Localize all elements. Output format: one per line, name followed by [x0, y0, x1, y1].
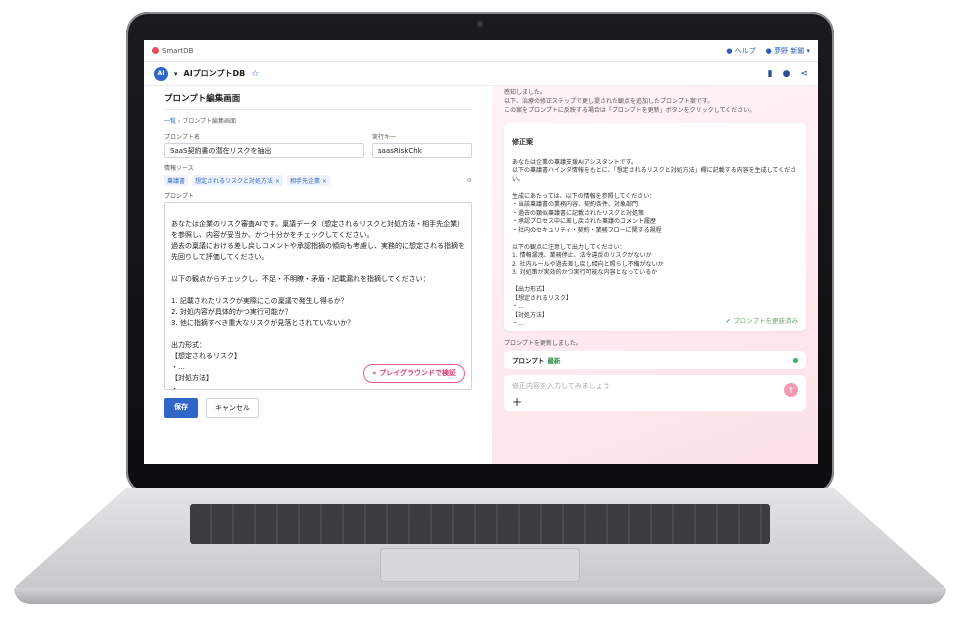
prompt-textarea[interactable]: あなたは企業のリスク審査AIです。稟議データ（想定されるリスクと対処方法・相手先…: [164, 202, 472, 390]
plus-icon[interactable]: +: [512, 395, 522, 409]
prompt-updated-badge[interactable]: ✔ プロンプトを更新済み: [726, 317, 798, 326]
editor-panel: プロンプト編集画面 一覧 › プロンプト編集画面 プロンプト名 SaaS契約書の…: [144, 86, 492, 464]
source-chip[interactable]: 稟議書: [164, 175, 189, 186]
base-front: [14, 588, 946, 604]
user-name: 夢野 新閣: [774, 46, 805, 55]
bookmark-icon[interactable]: ▮: [768, 69, 773, 79]
help-label: ヘルプ: [734, 46, 756, 55]
source-chips: 稟議書 想定されるリスクと対処方法 × 相手先企業 × ⚙: [164, 175, 472, 186]
header-actions: ▮ ● ⋖: [768, 69, 808, 79]
composer-placeholder: 修正内容を入力してみましょう: [512, 382, 610, 390]
app-badge[interactable]: AI: [154, 66, 168, 81]
update-note: プロンプトを更新しました。: [504, 340, 582, 347]
suggestion-card: 修正案 あなたは企業の稟議支援AIアシスタントです。 以下の稟議書ハインダ情報を…: [504, 123, 806, 331]
breadcrumb: 一覧 › プロンプト編集画面: [164, 118, 237, 125]
updated-label: プロンプトを更新済み: [733, 316, 798, 325]
keyboard: [190, 504, 770, 544]
check-icon: ✔: [725, 316, 732, 325]
prompt-name-group: プロンプト名 SaaS契約書の潜在リスクを抽出: [164, 132, 364, 158]
save-button[interactable]: 保存: [164, 398, 198, 418]
chevron-down-icon[interactable]: ▾: [174, 70, 178, 78]
prompt-bar-label: プロンプト: [512, 357, 545, 365]
laptop-base: [14, 488, 946, 606]
chat-panel: 感知しました。 以下、治療の修正ステップで更し提された観点を追加したプロンプト案…: [492, 86, 818, 464]
top-right-menu: ● ヘルプ ● 夢野 新閣 ▾: [726, 46, 810, 56]
top-bar: SmartDB ● ヘルプ ● 夢野 新閣 ▾: [144, 40, 818, 62]
laptop-frame: SmartDB ● ヘルプ ● 夢野 新閣 ▾ AI ▾ AIプロンプトDB ☆…: [0, 0, 960, 640]
form-buttons: 保存 キャンセル: [164, 398, 472, 418]
camera-dot: [477, 21, 483, 27]
screen: SmartDB ● ヘルプ ● 夢野 新閣 ▾ AI ▾ AIプロンプトDB ☆…: [144, 40, 818, 464]
playground-label: プレイグラウンドで検証: [379, 369, 456, 377]
logo-icon: [152, 47, 159, 54]
logo-text: SmartDB: [162, 46, 194, 55]
suggestion-title: 修正案: [512, 137, 533, 146]
name-row: プロンプト名 SaaS契約書の潜在リスクを抽出 実行キー saasRiskChk: [164, 132, 472, 158]
prompt-name-label: プロンプト名: [164, 134, 200, 141]
prompt-bar-status: 最新: [547, 357, 561, 365]
help-link[interactable]: ● ヘルプ: [726, 46, 755, 56]
source-label: 情報ソース: [164, 165, 194, 172]
source-chip[interactable]: 想定されるリスクと対処方法 ×: [192, 175, 283, 186]
settings-icon[interactable]: ⚙: [467, 177, 472, 184]
send-icon[interactable]: ↑: [784, 383, 798, 397]
logo: SmartDB: [152, 47, 193, 55]
exec-key-label: 実行キー: [372, 134, 397, 141]
share-icon[interactable]: ⋖: [800, 69, 808, 79]
favorite-star-icon[interactable]: ☆: [251, 69, 259, 79]
prompt-label: プロンプト: [164, 193, 194, 200]
prompt-status-bar[interactable]: プロンプト 最新: [504, 351, 806, 369]
user-menu[interactable]: ● 夢野 新閣 ▾: [766, 46, 810, 56]
status-dot-icon: [793, 357, 798, 363]
prompt-name-input[interactable]: SaaS契約書の潜在リスクを抽出: [164, 143, 364, 158]
suggestion-text: あなたは企業の稟議支援AIアシスタントです。 以下の稟議書ハインダ情報をもとに、…: [512, 158, 797, 328]
breadcrumb-root[interactable]: 一覧: [164, 118, 176, 125]
app-header: AI ▾ AIプロンプトDB ☆ ▮ ● ⋖: [144, 62, 818, 86]
trackpad: [380, 548, 580, 582]
source-chip[interactable]: 相手先企業 ×: [286, 175, 330, 186]
page-title: プロンプト編集画面: [164, 92, 472, 110]
chat-composer[interactable]: 修正内容を入力してみましょう + ↑: [504, 375, 806, 411]
assistant-message: 感知しました。 以下、治療の修正ステップで更し提された観点を追加したプロンプト案…: [504, 89, 756, 114]
playground-button[interactable]: « プレイグラウンドで検証: [363, 364, 465, 383]
app-title: AIプロンプトDB: [183, 69, 246, 78]
cancel-button[interactable]: キャンセル: [206, 398, 259, 418]
breadcrumb-current: プロンプト編集画面: [182, 118, 237, 125]
info-icon[interactable]: ●: [783, 69, 791, 79]
exec-key-input[interactable]: saasRiskChk: [372, 143, 472, 158]
exec-key-group: 実行キー saasRiskChk: [372, 132, 472, 158]
